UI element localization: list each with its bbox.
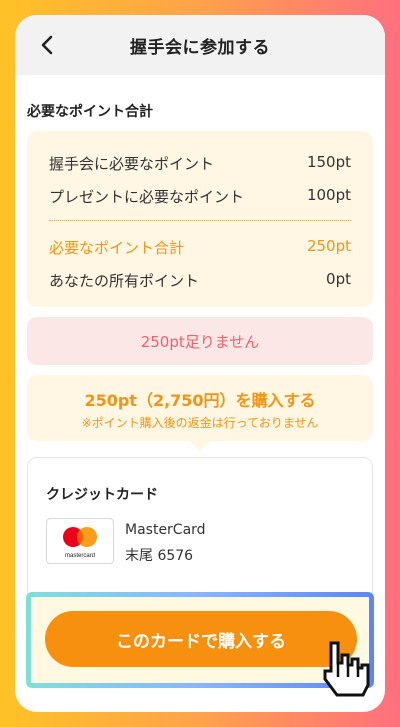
summary-row-handshake: 握手会に必要なポイント 150pt [49, 153, 351, 174]
mastercard-icon: mastercard [63, 527, 97, 559]
page-title: 握手会に参加する [130, 37, 270, 58]
row-label: 必要なポイント合計 [49, 239, 185, 257]
row-value: 150pt [306, 153, 351, 171]
section-title: 必要なポイント合計 [27, 104, 153, 120]
back-button[interactable] [35, 33, 59, 57]
summary-row-present: プレゼントに必要なポイント 100pt [49, 186, 351, 207]
card-brand: MasterCard [125, 522, 206, 538]
hand-cursor-icon [323, 641, 370, 697]
buy-points-button[interactable]: 250pt（2,750円）を購入する ※ポイント購入後の返金は行っておりません [27, 375, 373, 441]
card-section-title: クレジットカード [46, 487, 158, 503]
summary-row-total: 必要なポイント合計 250pt [49, 237, 351, 258]
card-last-digits: 末尾 6576 [125, 548, 194, 564]
header-bar: 握手会に参加する [15, 15, 385, 75]
mastercard-logo: mastercard [46, 518, 114, 564]
shortage-alert: 250pt足りません [27, 317, 373, 365]
row-value: 0pt [326, 270, 351, 288]
row-label: あなたの所有ポイント [49, 272, 200, 290]
payment-card-panel: クレジットカード mastercard MasterCard 末尾 6576 [27, 457, 373, 607]
row-label: プレゼントに必要なポイント [49, 188, 245, 206]
row-value: 100pt [306, 186, 351, 204]
phone-screen: 握手会に参加する 必要なポイント合計 握手会に必要なポイント 150pt プレゼ… [15, 15, 385, 712]
summary-row-owned: あなたの所有ポイント 0pt [49, 270, 351, 291]
points-summary: 握手会に必要なポイント 150pt プレゼントに必要なポイント 100pt 必要… [27, 131, 373, 307]
refund-note: ※ポイント購入後の返金は行っておりません [81, 416, 319, 430]
row-label: 握手会に必要なポイント [49, 155, 215, 173]
callout-pointer [190, 441, 210, 451]
divider [49, 220, 351, 221]
logo-text: mastercard [65, 553, 95, 559]
row-value: 250pt [306, 237, 351, 255]
chevron-left-icon [41, 35, 53, 55]
buy-points-label: 250pt（2,750円）を購入する [84, 391, 316, 410]
